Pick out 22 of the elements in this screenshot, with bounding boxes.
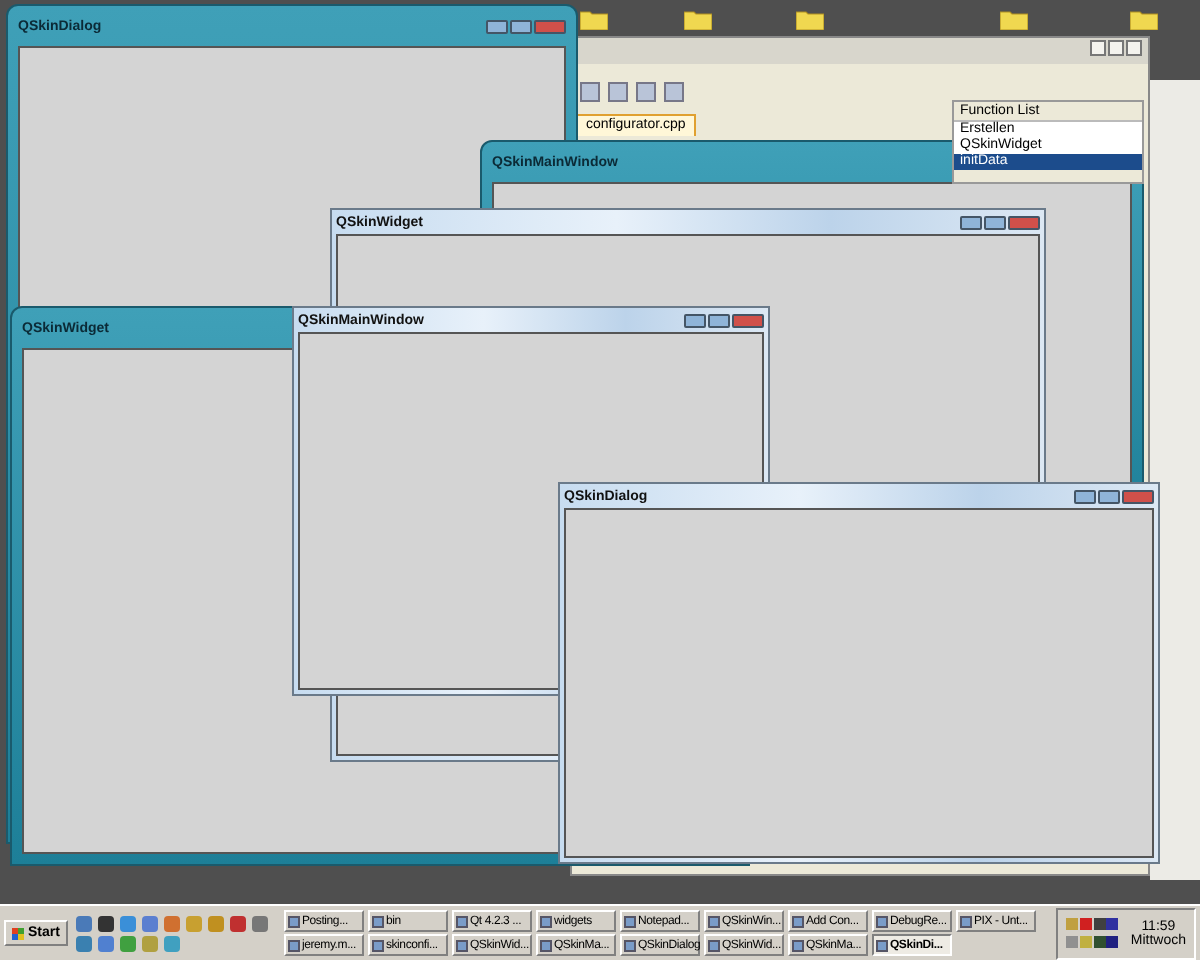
folder-icon[interactable] [684, 8, 712, 30]
minimize-button[interactable] [960, 215, 982, 229]
close-button[interactable] [1008, 215, 1040, 229]
folder-icon[interactable] [1130, 8, 1158, 30]
close-button[interactable] [732, 313, 764, 327]
maximize-button[interactable] [1098, 489, 1120, 503]
close-button[interactable] [1122, 489, 1154, 503]
close-button[interactable] [1126, 40, 1142, 56]
maximize-button[interactable] [1108, 40, 1124, 56]
maximize-button[interactable] [984, 215, 1006, 229]
close-button[interactable] [534, 19, 566, 33]
minimize-button[interactable] [1074, 489, 1096, 503]
minimize-button[interactable] [684, 313, 706, 327]
windows-flag-icon [12, 927, 24, 939]
folder-icon[interactable] [796, 8, 824, 30]
minimize-button[interactable] [1090, 40, 1106, 56]
tray-icons-drawing[interactable] [1066, 915, 1119, 951]
minimize-button[interactable] [486, 19, 508, 33]
maximize-button[interactable] [708, 313, 730, 327]
folder-icon[interactable] [1000, 8, 1028, 30]
folder-icon[interactable] [580, 8, 608, 30]
maximize-button[interactable] [510, 19, 532, 33]
